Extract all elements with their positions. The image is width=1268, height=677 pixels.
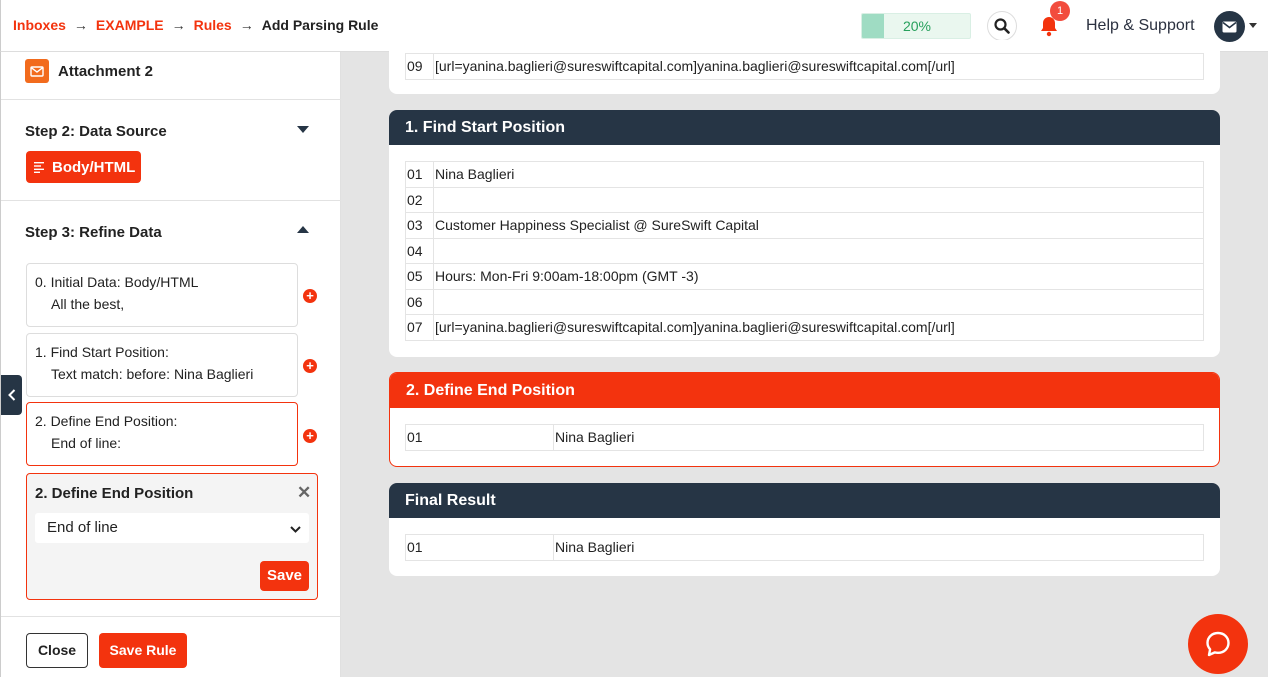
- breadcrumb: Inboxes → EXAMPLE → Rules → Add Parsing …: [13, 17, 378, 33]
- attachment-item[interactable]: Attachment 2: [25, 59, 153, 83]
- row-number: 06: [406, 289, 434, 314]
- search-icon: [994, 18, 1010, 34]
- table-row: 01 Nina Baglieri: [405, 162, 1204, 188]
- row-number: 09: [406, 54, 434, 79]
- data-source-button[interactable]: Body/HTML: [26, 151, 141, 183]
- step3-title[interactable]: Step 3: Refine Data: [25, 224, 162, 241]
- panel-title: Final Result: [389, 483, 1220, 518]
- table-row: 03 Customer Happiness Specialist @ SureSw…: [405, 213, 1204, 239]
- row-value: [434, 239, 435, 264]
- chevron-up-icon[interactable]: [297, 226, 309, 233]
- save-step-button[interactable]: Save: [260, 561, 309, 591]
- row-value: [url=yanina.baglieri@sureswiftcapital.co…: [435, 319, 955, 335]
- progress-label: 20%: [902, 18, 932, 34]
- mail-icon: [1222, 21, 1237, 32]
- text-lines-icon: [34, 162, 44, 173]
- table-row: 01 Nina Baglieri: [405, 425, 1204, 451]
- close-button[interactable]: Close: [26, 633, 88, 668]
- step-card-line1: 1. Find Start Position:: [35, 344, 169, 360]
- previous-result-panel: 09 [url=yanina.baglieri@sureswiftcapital…: [389, 40, 1220, 94]
- step-editor-title: 2. Define End Position: [35, 485, 194, 502]
- step-card-find-start[interactable]: 1. Find Start Position: Text match: befo…: [26, 333, 298, 397]
- chat-icon: [1206, 631, 1230, 657]
- step-card-line1: 2. Define End Position:: [35, 413, 178, 429]
- row-value: Hours: Mon-Fri 9:00am-18:00pm (GMT -3): [435, 268, 699, 284]
- row-number: 01: [406, 162, 434, 187]
- add-step-icon[interactable]: +: [303, 429, 317, 443]
- row-number: 03: [406, 213, 434, 238]
- step2-title[interactable]: Step 2: Data Source: [25, 123, 167, 140]
- panel-title: 2. Define End Position: [390, 373, 1219, 408]
- divider: [1, 616, 341, 617]
- result-table: 01 Nina Baglieri 02 03 Customer Happiness …: [405, 161, 1204, 341]
- select-value: End of line: [47, 519, 118, 536]
- row-number: 02: [406, 187, 434, 212]
- chat-support-button[interactable]: [1188, 614, 1248, 674]
- row-value: Nina Baglieri: [555, 539, 635, 555]
- account-menu-button[interactable]: [1214, 11, 1245, 42]
- table-row: 01 Nina Baglieri: [405, 535, 1204, 561]
- result-table: 01 Nina Baglieri: [405, 424, 1204, 451]
- save-rule-button[interactable]: Save Rule: [99, 633, 187, 668]
- row-value: Nina Baglieri: [555, 429, 635, 445]
- step-card-line2: End of line:: [51, 435, 122, 451]
- row-value: [434, 290, 435, 315]
- result-table: 09 [url=yanina.baglieri@sureswiftcapital…: [405, 53, 1204, 80]
- chevron-down-icon[interactable]: [1249, 23, 1257, 28]
- row-number: 01: [406, 425, 554, 450]
- row-value: [url=yanina.baglieri@sureswiftcapital.co…: [435, 58, 955, 74]
- search-button[interactable]: [987, 11, 1017, 41]
- row-value: Customer Happiness Specialist @ SureSwif…: [435, 217, 759, 233]
- table-row: 02: [405, 187, 1204, 213]
- define-end-panel: 2. Define End Position 01 Nina Baglieri: [389, 372, 1220, 467]
- row-value: Nina Baglieri: [435, 166, 515, 182]
- table-row: 05 Hours: Mon-Fri 9:00am-18:00pm (GMT -3): [405, 264, 1204, 290]
- step-card-line1: 0. Initial Data: Body/HTML: [35, 274, 199, 290]
- progress-bar: 20%: [861, 13, 971, 39]
- data-source-label: Body/HTML: [52, 158, 136, 176]
- breadcrumb-rules[interactable]: Rules: [194, 17, 232, 33]
- step-editor: 2. Define End Position ✕ End of line Sav…: [26, 473, 318, 600]
- arrow-right-icon: →: [73, 17, 88, 33]
- attachment-label: Attachment 2: [58, 62, 154, 80]
- help-support-link[interactable]: Help & Support: [1086, 17, 1195, 35]
- chevron-left-icon: [7, 389, 15, 401]
- row-number: 04: [406, 238, 434, 263]
- chevron-down-icon[interactable]: [297, 126, 309, 133]
- panel-title: 1. Find Start Position: [389, 110, 1220, 145]
- result-table: 01 Nina Baglieri: [405, 534, 1204, 561]
- divider: [1, 99, 341, 100]
- step-card-define-end[interactable]: 2. Define End Position: End of line:: [26, 402, 298, 466]
- collapse-sidebar-button[interactable]: [1, 375, 22, 415]
- step-card-line2: All the best,: [51, 296, 125, 312]
- row-number: 07: [406, 315, 434, 340]
- table-row: 07 [url=yanina.baglieri@sureswiftcapital.…: [405, 315, 1204, 341]
- table-row: 04: [405, 238, 1204, 264]
- arrow-right-icon: →: [239, 17, 254, 33]
- row-value: [434, 188, 435, 213]
- close-icon[interactable]: ✕: [297, 483, 311, 503]
- notification-badge: 1: [1050, 1, 1070, 21]
- table-row: 09 [url=yanina.baglieri@sureswiftcapital…: [405, 54, 1204, 80]
- arrow-right-icon: →: [171, 17, 186, 33]
- breadcrumb-current: Add Parsing Rule: [261, 17, 379, 33]
- end-position-select[interactable]: End of line: [35, 513, 309, 543]
- rule-builder-sidebar: Attachment 2 Step 2: Data Source Body/HT…: [0, 52, 341, 677]
- table-row: 06: [405, 289, 1204, 315]
- add-step-icon[interactable]: +: [303, 289, 317, 303]
- row-number: 05: [406, 264, 434, 289]
- add-step-icon[interactable]: +: [303, 359, 317, 373]
- divider: [1, 200, 341, 201]
- step-card-line2: Text match: before: Nina Baglieri: [51, 366, 254, 382]
- final-result-panel: Final Result 01 Nina Baglieri: [389, 483, 1220, 576]
- step-card-initial-data[interactable]: 0. Initial Data: Body/HTML All the best,: [26, 263, 298, 327]
- chevron-down-icon: [290, 514, 301, 544]
- breadcrumb-inboxes[interactable]: Inboxes: [13, 17, 66, 33]
- mail-icon: [25, 59, 49, 83]
- breadcrumb-example[interactable]: EXAMPLE: [96, 17, 164, 33]
- find-start-panel: 1. Find Start Position 01 Nina Baglieri 0…: [389, 110, 1220, 357]
- row-number: 01: [406, 535, 554, 560]
